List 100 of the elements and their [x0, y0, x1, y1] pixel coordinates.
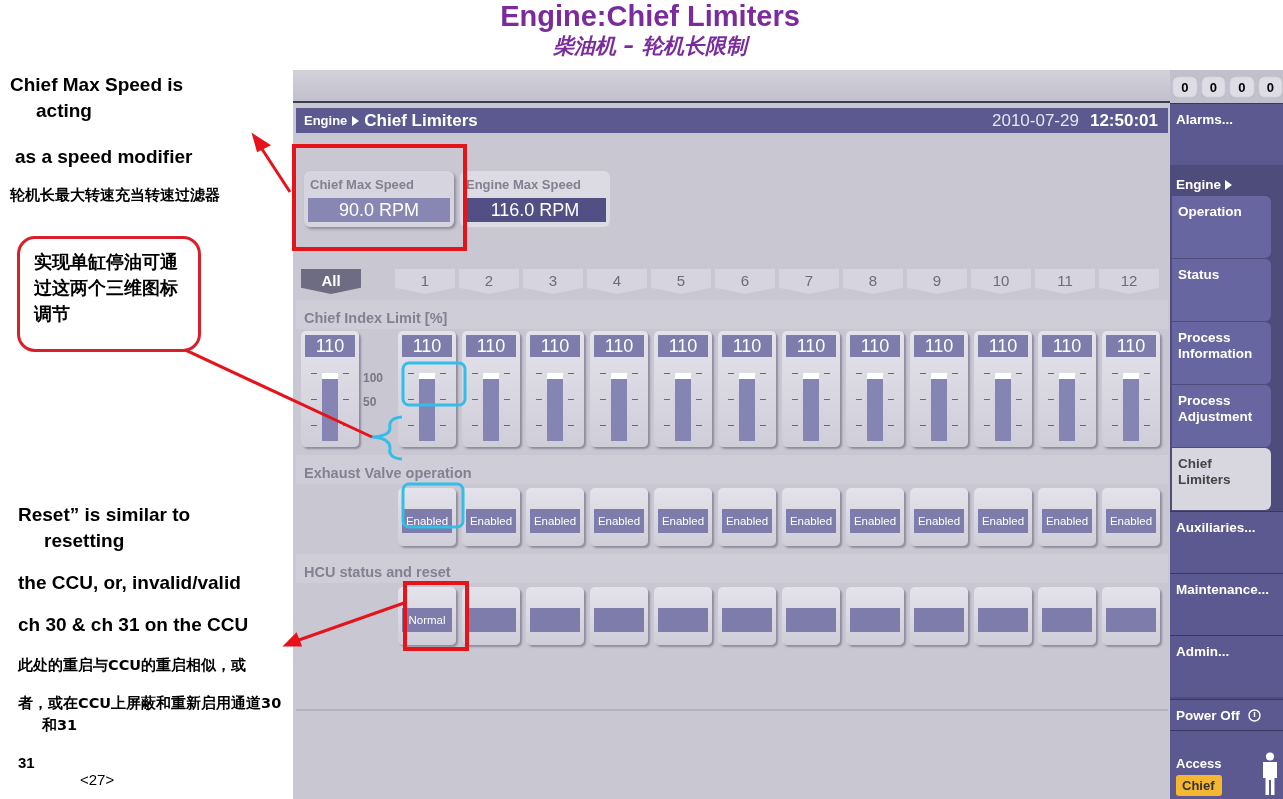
slider-fill[interactable] — [547, 379, 563, 441]
hcu-button[interactable] — [1102, 587, 1160, 645]
slider-thumb[interactable] — [1123, 373, 1139, 379]
slider-fill[interactable] — [995, 379, 1011, 441]
speed-panel[interactable]: Engine Max Speed 116.0 RPM — [460, 171, 610, 227]
cylinder-tab[interactable]: 7 — [779, 269, 839, 294]
hcu-button[interactable] — [654, 587, 712, 645]
valve-button[interactable]: Enabled — [462, 488, 520, 546]
valve-button[interactable]: Enabled — [782, 488, 840, 546]
cylinder-tab[interactable]: 8 — [843, 269, 903, 294]
slider-fill[interactable] — [1123, 379, 1139, 441]
hcu-button[interactable] — [846, 587, 904, 645]
slider-fill[interactable] — [675, 379, 691, 441]
hcu-button[interactable]: Normal — [398, 587, 456, 645]
slider-thumb[interactable] — [675, 373, 691, 379]
hcu-button[interactable] — [718, 587, 776, 645]
hcu-button[interactable] — [462, 587, 520, 645]
valve-button[interactable]: Enabled — [974, 488, 1032, 546]
slider-thumb[interactable] — [419, 373, 435, 379]
arrow-right-icon — [1225, 179, 1232, 190]
valve-button[interactable]: Enabled — [910, 488, 968, 546]
slider-thumb[interactable] — [1059, 373, 1075, 379]
nav-item[interactable]: Auxiliaries... — [1170, 511, 1283, 573]
cylinder-tab[interactable]: 3 — [523, 269, 583, 294]
slider-thumb[interactable] — [483, 373, 499, 379]
nav-item[interactable]: Alarms... — [1170, 103, 1283, 165]
nav-item[interactable]: Operation — [1172, 196, 1271, 258]
slider-fill[interactable] — [483, 379, 499, 441]
cylinder-tab[interactable]: 2 — [459, 269, 519, 294]
slide-title: Engine:Chief Limiters — [500, 0, 800, 32]
limit-slider[interactable]: 110 — [590, 331, 648, 447]
limit-slider[interactable]: 110 — [301, 331, 359, 447]
slider-thumb[interactable] — [931, 373, 947, 379]
valve-button[interactable]: Enabled — [846, 488, 904, 546]
slider-fill[interactable] — [1059, 379, 1075, 441]
hcu-button[interactable] — [910, 587, 968, 645]
access-level-badge[interactable]: Chief — [1176, 775, 1222, 796]
limit-slider[interactable]: 110 — [462, 331, 520, 447]
nav-item[interactable]: Status — [1172, 259, 1271, 321]
highlight-outline — [401, 482, 465, 529]
slider-fill[interactable] — [322, 379, 338, 441]
speed-panel[interactable]: Chief Max Speed 90.0 RPM — [304, 171, 454, 227]
hcu-button[interactable] — [974, 587, 1032, 645]
hcu-button[interactable] — [526, 587, 584, 645]
valve-button[interactable]: Enabled — [718, 488, 776, 546]
slider-thumb[interactable] — [611, 373, 627, 379]
cylinder-tab[interactable]: 10 — [971, 269, 1031, 294]
cylinder-tab[interactable]: 12 — [1099, 269, 1159, 294]
valve-button[interactable]: Enabled — [590, 488, 648, 546]
limit-slider[interactable]: 110 — [718, 331, 776, 447]
slider-fill[interactable] — [867, 379, 883, 441]
cylinder-tab[interactable]: 11 — [1035, 269, 1095, 294]
slider-fill[interactable] — [611, 379, 627, 441]
slider-thumb[interactable] — [995, 373, 1011, 379]
limit-slider[interactable]: 110 — [974, 331, 1032, 447]
cylinder-tab[interactable]: 5 — [651, 269, 711, 294]
nav-group-label[interactable]: Engine — [1176, 177, 1221, 192]
nav-item[interactable]: Admin... — [1170, 635, 1283, 697]
hcu-button[interactable] — [782, 587, 840, 645]
nav-item[interactable]: Maintenance... — [1170, 573, 1283, 635]
limit-slider[interactable]: 110 — [846, 331, 904, 447]
section-label: Chief Index Limit [%] — [296, 300, 1168, 329]
slider-thumb[interactable] — [547, 373, 563, 379]
hcu-button[interactable] — [590, 587, 648, 645]
valve-button[interactable]: Enabled — [654, 488, 712, 546]
person-icon — [1261, 752, 1279, 796]
power-off-button[interactable]: Power Off — [1176, 707, 1240, 723]
valve-button[interactable]: Enabled — [398, 488, 456, 546]
slider-fill[interactable] — [419, 379, 435, 441]
valve-button[interactable]: Enabled — [1102, 488, 1160, 546]
limit-slider[interactable]: 110 — [1038, 331, 1096, 447]
status-label: Enabled — [914, 509, 964, 533]
hcu-button[interactable] — [1038, 587, 1096, 645]
page-number: <27> — [79, 773, 116, 787]
limit-slider[interactable]: 110 — [398, 331, 456, 447]
nav-item[interactable]: Chief Limiters — [1172, 448, 1271, 510]
cylinder-tab[interactable]: 9 — [907, 269, 967, 294]
cylinder-tab[interactable]: 4 — [587, 269, 647, 294]
slider-thumb[interactable] — [739, 373, 755, 379]
limit-slider[interactable]: 110 — [1102, 331, 1160, 447]
cylinder-tab[interactable]: 1 — [395, 269, 455, 294]
valve-button[interactable]: Enabled — [1038, 488, 1096, 546]
slider-thumb[interactable] — [803, 373, 819, 379]
cylinder-tab[interactable]: 6 — [715, 269, 775, 294]
valve-button[interactable]: Enabled — [526, 488, 584, 546]
limit-slider[interactable]: 110 — [910, 331, 968, 447]
slider-thumb[interactable] — [867, 373, 883, 379]
nav-item[interactable]: Process Adjustment — [1172, 385, 1271, 447]
slider-fill[interactable] — [803, 379, 819, 441]
cylinder-tab[interactable]: All — [301, 269, 361, 294]
slider-fill[interactable] — [931, 379, 947, 441]
breadcrumb-link[interactable]: Engine — [304, 113, 348, 128]
limit-slider[interactable]: 110 — [654, 331, 712, 447]
limit-value: 110 — [786, 335, 836, 357]
limit-slider[interactable]: 110 — [526, 331, 584, 447]
limit-slider[interactable]: 110 — [782, 331, 840, 447]
nav-item[interactable]: Process Information — [1172, 322, 1271, 384]
slider-thumb[interactable] — [322, 373, 338, 379]
slider-fill[interactable] — [739, 379, 755, 441]
status-label: Enabled — [786, 509, 836, 533]
